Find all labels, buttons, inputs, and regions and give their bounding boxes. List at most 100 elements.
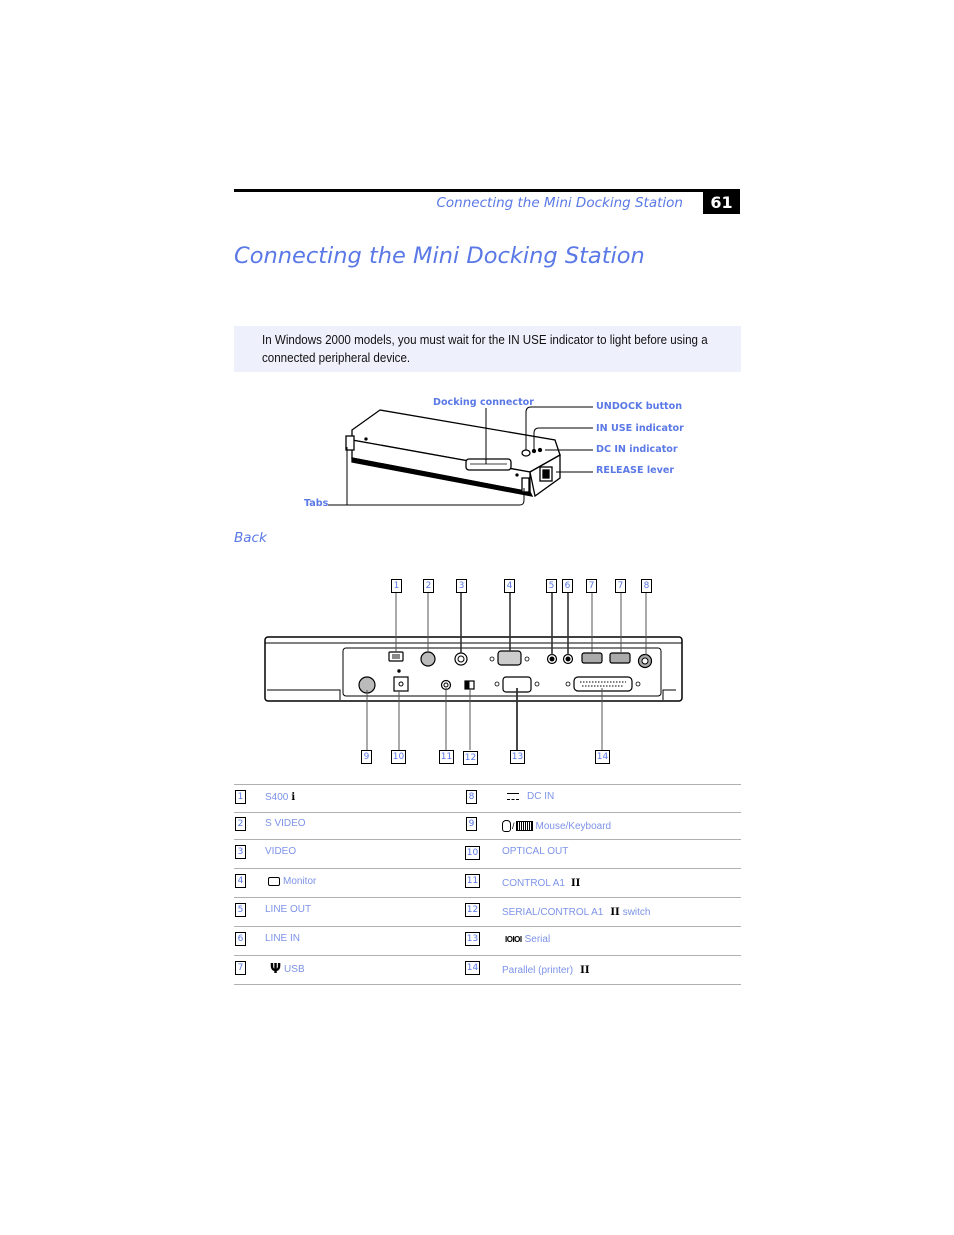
back-callout-number: 4 [504,579,515,593]
docking-station-figure [328,406,593,506]
mouse-keyboard-icon: / [502,820,533,832]
back-callout-number: 2 [423,579,434,593]
back-callout-number: 12 [463,751,478,765]
legend-label: Parallel (printer) II [502,965,590,976]
dc-icon [507,793,519,800]
table-rule [234,784,741,785]
undock-button-shape [521,449,531,457]
s400-port [388,651,404,662]
back-heading: Back [234,530,267,546]
table-rule [234,955,741,956]
i-link-ii-icon: II [580,965,590,976]
docking-connector-shape [465,458,512,471]
table-rule [234,984,741,985]
legend-label: OPTICAL OUT [502,846,569,857]
back-callout-number: 6 [562,579,573,593]
monitor-port [497,650,522,666]
legend-number: 10 [465,846,480,860]
legend-number: 14 [465,961,480,975]
legend-label: S VIDEO [265,818,306,829]
back-callout-number: 10 [391,750,406,764]
legend-label: VIDEO [265,846,297,857]
legend-number: 7 [235,961,246,975]
monitor-icon [268,877,280,886]
legend-label: Ψ USB [270,962,305,977]
legend-number: 1 [235,790,246,804]
legend-label: IOIOI Serial [505,934,550,945]
back-callout-number: 13 [510,750,525,764]
callout-in-use-indicator: IN USE indicator [596,423,684,434]
back-callout-number: 3 [456,579,467,593]
header-rule [234,189,740,192]
s-video-port [420,651,436,667]
callout-docking-connector: Docking connector [433,397,534,408]
serial-control-switch [464,680,475,690]
i-link-ii-icon: II [610,907,620,918]
back-panel-figure [264,593,683,750]
legend-number: 3 [235,845,246,859]
legend-label: SERIAL/CONTROL A1 II switch [502,907,650,918]
back-callout-number: 14 [595,750,610,764]
legend-number: 2 [235,817,246,831]
callout-tabs: Tabs [304,498,329,509]
legend-number: 11 [465,874,480,888]
page-title: Connecting the Mini Docking Station [234,243,645,269]
legend-label-suffix: switch [622,907,651,918]
note-box: In Windows 2000 models, you must wait fo… [234,326,741,372]
back-callout-number: 7 [586,579,597,593]
table-rule [234,926,741,927]
release-lever-shape [539,466,553,482]
back-callout-number: 1 [391,579,402,593]
line-in-port [562,653,574,665]
table-rule [234,812,741,813]
page-number: 61 [703,192,740,214]
legend-number: 9 [466,817,477,831]
note-text: In Windows 2000 models, you must wait fo… [262,333,708,365]
i-link-ii-icon: II [570,878,581,889]
docking-station-body [351,409,561,473]
legend-label-text: SERIAL/CONTROL A1 [502,907,604,918]
legend-number: 5 [235,903,246,917]
legend-label-text: Parallel (printer) [502,965,574,976]
legend-label: / Mouse/Keyboard [502,820,611,832]
legend-label: LINE IN [265,933,301,944]
usb-port-2 [609,652,631,664]
table-rule [234,868,741,869]
video-port [454,652,468,666]
legend-label-text: CONTROL A1 [502,878,565,889]
legend-label-text: USB [284,964,305,975]
back-panel-case [264,636,683,702]
usb-port-1 [581,652,603,664]
legend-number: 12 [465,903,480,917]
legend-label: LINE OUT [265,904,312,915]
table-rule [234,897,741,898]
legend-label: S400 i [265,792,295,803]
optical-out-port [393,676,409,692]
legend-label: Monitor [268,876,316,887]
legend-label: CONTROL A1 II [502,878,580,889]
serial-port [502,676,532,693]
back-callout-number: 8 [641,579,652,593]
parallel-port [573,676,633,692]
legend-number: 8 [466,790,477,804]
control-a1-port [440,679,452,691]
usb-icon: Ψ [270,962,282,977]
legend-label-text: DC IN [527,791,555,802]
dc-in-port [637,653,653,669]
legend-number: 6 [235,932,246,946]
mouse-keyboard-port [358,676,376,694]
legend-label-text: Monitor [283,876,317,887]
table-rule [234,839,741,840]
back-callout-number: 11 [439,750,454,764]
back-callout-number: 5 [546,579,557,593]
legend-label-text: Mouse/Keyboard [535,820,612,832]
back-callout-number: 9 [361,750,372,764]
legend-label: DC IN [507,791,554,802]
line-out-port [546,653,558,665]
i-link-icon: i [291,792,296,803]
callout-undock-button: UNDOCK button [596,401,683,412]
legend-label-text: S400 [265,792,289,803]
legend-number: 4 [235,874,246,888]
callout-dc-in-indicator: DC IN indicator [596,444,678,455]
callout-release-lever: RELEASE lever [596,465,675,476]
